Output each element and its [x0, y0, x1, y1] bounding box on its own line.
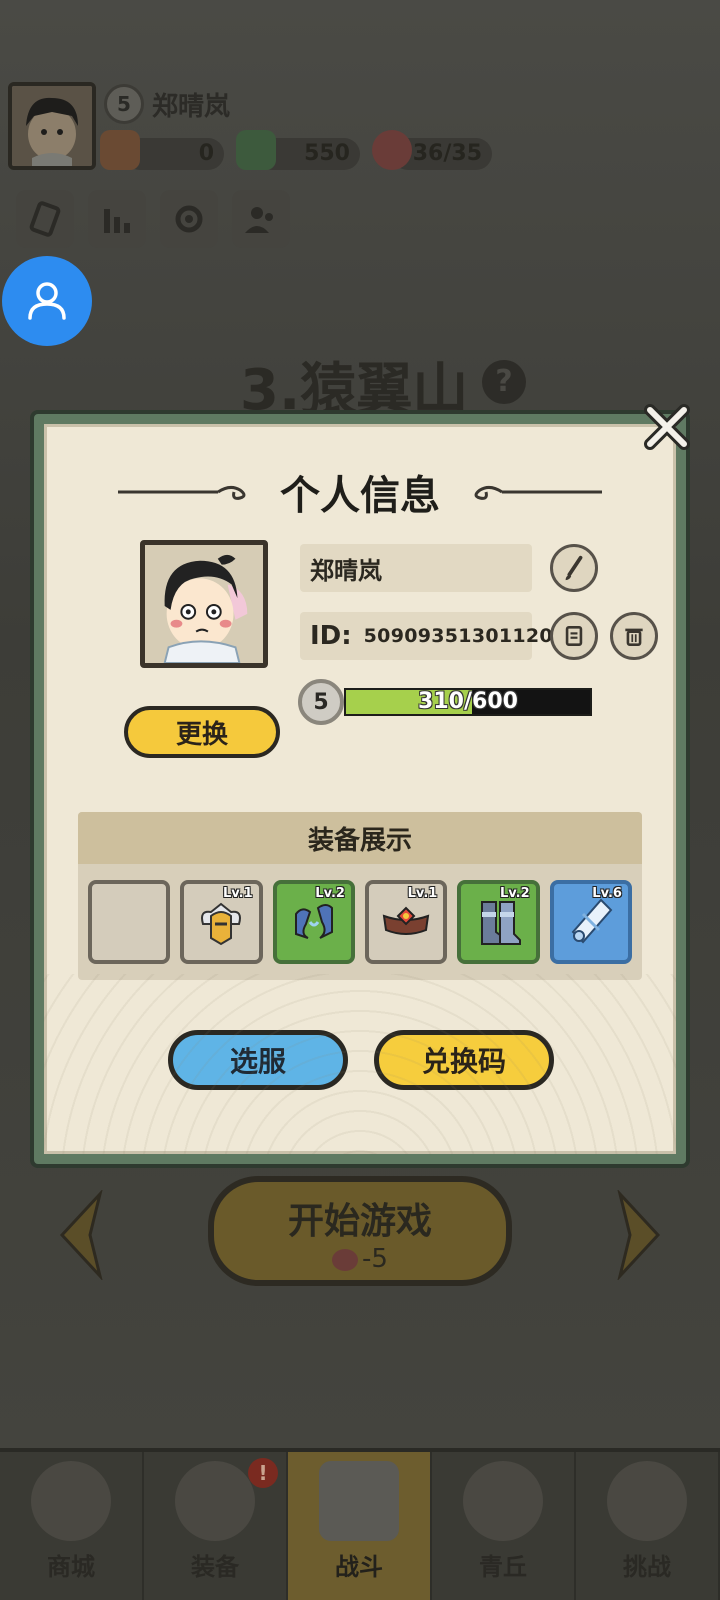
- crossed-swords-icon: [319, 1461, 399, 1541]
- mountain-icon: [463, 1461, 543, 1541]
- friends-icon: [245, 207, 273, 233]
- change-avatar-button[interactable]: 更换: [124, 706, 280, 758]
- equipment-slot-belt[interactable]: Lv.1: [364, 880, 448, 964]
- select-server-button[interactable]: 选服: [168, 1030, 348, 1090]
- close-modal-button[interactable]: [640, 400, 694, 454]
- next-stage-arrow-icon[interactable]: [614, 1190, 664, 1280]
- start-game-label: 开始游戏: [287, 1201, 432, 1242]
- tab-equipment-label: 装备: [191, 1553, 239, 1581]
- helmet-mask-icon: [175, 1461, 255, 1541]
- slot-level: Lv.6: [592, 886, 622, 901]
- slot-level: Lv.2: [315, 886, 345, 901]
- profile-modal: 个人信息 更换 郑晴岚 ID: 509093513011200 5 310/60…: [34, 414, 686, 1164]
- tab-battle[interactable]: 战斗: [288, 1452, 432, 1600]
- exp-progress-text: 310/600: [418, 689, 518, 714]
- user-icon: [28, 282, 66, 320]
- player-avatar[interactable]: [8, 82, 96, 170]
- player-name-field: 郑晴岚: [300, 544, 532, 592]
- player-name: 郑晴岚: [152, 92, 231, 122]
- copy-id-button[interactable]: [550, 612, 598, 660]
- player-level-badge: 5: [104, 84, 144, 124]
- modal-title: 个人信息: [280, 473, 440, 519]
- equipment-slot-empty[interactable]: [88, 880, 171, 964]
- friends-button[interactable]: [232, 190, 290, 248]
- prev-stage-arrow-icon[interactable]: [56, 1190, 106, 1280]
- delete-account-button[interactable]: [610, 612, 658, 660]
- tab-qingqiu-label: 青丘: [479, 1553, 527, 1581]
- jade-plus-icon[interactable]: [236, 130, 276, 170]
- player-header: 5 郑晴岚 0 550 36/35: [0, 70, 720, 248]
- tab-challenge-label: 挑战: [623, 1553, 671, 1581]
- copy-icon: [565, 626, 583, 646]
- gear-icon: [175, 205, 203, 233]
- exp-progress-bar: 310/600: [344, 688, 592, 716]
- tab-equipment[interactable]: 装备 !: [144, 1452, 288, 1600]
- tab-shop[interactable]: 商城: [0, 1452, 144, 1600]
- equipment-slot-helmet[interactable]: Lv.1: [180, 880, 263, 964]
- belt-icon: [382, 906, 430, 935]
- portal-icon: [607, 1461, 687, 1541]
- start-game-button[interactable]: 开始游戏 -5: [208, 1176, 512, 1286]
- player-id-field: ID: 509093513011200: [300, 612, 566, 660]
- equipment-alert-badge: !: [248, 1458, 278, 1488]
- edit-name-button[interactable]: [550, 544, 598, 592]
- equipment-slots: Lv.1 Lv.2 Lv.1 Lv.2 Lv.6: [78, 864, 642, 964]
- shop-icon: [31, 1461, 111, 1541]
- equipment-slot-armor[interactable]: Lv.2: [272, 880, 355, 964]
- equipment-slot-amulet[interactable]: Lv.6: [549, 880, 632, 964]
- ticket-icon: [29, 201, 61, 237]
- amulet-icon: [571, 898, 613, 944]
- close-icon: [644, 404, 690, 450]
- slot-level: Lv.2: [499, 886, 530, 901]
- armor-icon: [294, 904, 333, 939]
- brush-icon: [565, 555, 583, 581]
- title-ornament-left-icon: [118, 485, 246, 500]
- bottom-nav: 商城 装备 ! 战斗 青丘 挑战: [0, 1448, 720, 1600]
- tab-qingqiu[interactable]: 青丘: [432, 1452, 576, 1600]
- tab-challenge[interactable]: 挑战: [576, 1452, 720, 1600]
- helmet-icon: [201, 902, 242, 946]
- equipment-showcase-title: 装备展示: [78, 812, 642, 864]
- boots-icon: [481, 901, 522, 945]
- modal-title-row: 个人信息: [44, 464, 676, 520]
- ranking-button[interactable]: [88, 190, 146, 248]
- trash-icon: [625, 628, 643, 646]
- tab-shop-label: 商城: [47, 1553, 95, 1581]
- settings-button[interactable]: [160, 190, 218, 248]
- id-value: 509093513011200: [363, 625, 567, 647]
- id-label: ID:: [310, 621, 352, 651]
- start-game-cost: -5: [214, 1244, 506, 1274]
- tab-battle-label: 战斗: [335, 1553, 383, 1581]
- bar-chart-icon: [104, 209, 130, 233]
- floating-user-button[interactable]: [2, 256, 92, 346]
- peach-plus-icon[interactable]: [372, 130, 412, 170]
- ticket-button[interactable]: [16, 190, 74, 248]
- slot-level: Lv.1: [222, 886, 253, 901]
- equipment-showcase: 装备展示 Lv.1 Lv.2 Lv.1 Lv.2 Lv.6: [78, 812, 642, 980]
- profile-level-badge: 5: [298, 679, 344, 725]
- slot-level: Lv.1: [407, 886, 438, 901]
- redeem-code-button[interactable]: 兑换码: [374, 1030, 554, 1090]
- profile-avatar: [140, 540, 268, 668]
- equipment-slot-boots[interactable]: Lv.2: [457, 880, 540, 964]
- help-icon[interactable]: ?: [482, 360, 526, 404]
- title-ornament-right-icon: [474, 485, 602, 500]
- peach-icon: [332, 1248, 359, 1271]
- scroll-plus-icon[interactable]: [100, 130, 140, 170]
